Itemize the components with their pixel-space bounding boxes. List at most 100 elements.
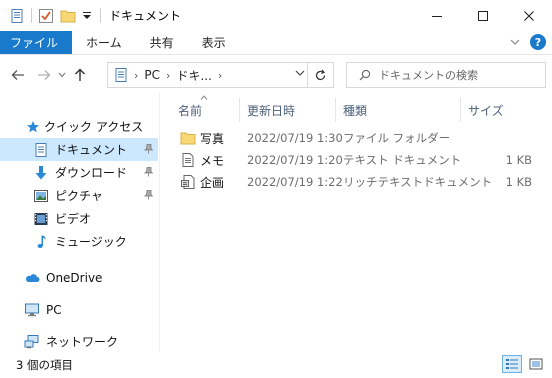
large-icons-view-button[interactable] (526, 355, 546, 373)
tab-share[interactable]: 共有 (136, 31, 188, 54)
text-file-icon (180, 152, 196, 168)
sidebar-item-label: ビデオ (55, 212, 92, 226)
sidebar-item-label: ミュージック (55, 235, 127, 249)
toolbar-separator (31, 8, 32, 23)
sidebar-item-downloads[interactable]: ダウンロード (0, 161, 158, 184)
view-toggle (502, 355, 546, 373)
file-modified: 2022/07/19 1:22 (247, 175, 343, 189)
breadcrumb-separator[interactable]: › (166, 69, 170, 82)
file-name-cell: メモ (180, 149, 224, 171)
rtf-file-icon (180, 174, 196, 190)
close-button[interactable] (506, 0, 552, 31)
ribbon-controls: ? (510, 34, 546, 50)
customize-dropdown-icon[interactable] (82, 8, 92, 24)
sidebar-item-onedrive[interactable]: OneDrive (0, 266, 158, 289)
checkmark-icon[interactable] (38, 8, 54, 24)
file-modified: 2022/07/19 1:30 (247, 131, 343, 145)
up-button[interactable] (70, 64, 90, 86)
sidebar-item-label: ピクチャ (55, 189, 103, 203)
maximize-button[interactable] (460, 0, 506, 31)
pin-icon[interactable] (143, 144, 154, 154)
cloud-icon (24, 270, 40, 286)
sidebar-item-pc[interactable]: PC (0, 298, 158, 321)
refresh-button[interactable] (307, 63, 333, 87)
breadcrumb-separator[interactable]: › (218, 69, 222, 82)
file-row[interactable]: メモ 2022/07/19 1:20 テキスト ドキュメント 1 KB (170, 149, 545, 171)
computer-icon (24, 302, 40, 318)
tab-home[interactable]: ホーム (72, 31, 136, 54)
breadcrumb-documents[interactable]: ドキ... (176, 67, 211, 84)
address-history-icon[interactable] (295, 67, 305, 80)
network-icon (24, 334, 40, 350)
sidebar-item-documents[interactable]: ドキュメント (0, 138, 158, 161)
column-header-modified[interactable]: 更新日時 (240, 96, 336, 124)
sidebar-item-label: ダウンロード (55, 166, 128, 180)
pictures-icon (33, 188, 49, 204)
file-row[interactable]: 写真 2022/07/19 1:30 ファイル フォルダー (170, 127, 545, 149)
title-bar: ドキュメント (0, 0, 552, 31)
music-icon (33, 234, 49, 250)
recent-locations-button[interactable] (56, 64, 68, 86)
breadcrumb-separator[interactable]: › (134, 69, 138, 82)
column-header-size[interactable]: サイズ (461, 96, 541, 124)
sidebar-item-pictures[interactable]: ピクチャ (0, 184, 158, 207)
star-icon (26, 119, 40, 135)
file-name: 企画 (200, 175, 225, 190)
file-size (490, 127, 532, 149)
folder-icon (180, 130, 196, 146)
pin-icon[interactable] (143, 167, 154, 177)
toolbar-separator (100, 8, 101, 23)
column-header-label: 名前 (178, 103, 203, 118)
search-input[interactable] (379, 68, 529, 82)
file-name-cell: 企画 (180, 171, 224, 193)
tab-file[interactable]: ファイル (0, 31, 73, 54)
file-type: リッチテキストドキュメント (343, 175, 493, 189)
window-title: ドキュメント (109, 9, 182, 23)
sidebar-item-label: PC (46, 302, 62, 317)
expand-ribbon-icon[interactable] (510, 36, 520, 49)
ribbon-tabs: ファイル ホーム 共有 表示 ? (0, 31, 552, 55)
sidebar-item-label: クイック アクセス (44, 120, 144, 134)
file-type: テキスト ドキュメント (343, 153, 462, 167)
document-icon (33, 142, 49, 158)
status-bar: 3 個の項目 (0, 352, 552, 378)
address-bar[interactable]: › PC › ドキ... › (107, 62, 334, 88)
breadcrumb-pc[interactable]: PC (144, 68, 160, 82)
file-modified: 2022/07/19 1:20 (247, 153, 343, 167)
details-view-button[interactable] (502, 355, 522, 373)
sidebar-item-label: OneDrive (46, 270, 103, 285)
download-icon (33, 165, 49, 181)
column-header-label: サイズ (468, 103, 504, 118)
properties-icon[interactable] (9, 8, 25, 24)
forward-button[interactable] (34, 64, 54, 86)
quick-access-toolbar (0, 0, 105, 31)
pin-icon[interactable] (143, 190, 154, 200)
tab-view[interactable]: 表示 (188, 31, 240, 54)
file-name-cell: 写真 (180, 127, 224, 149)
column-header-label: 種類 (343, 103, 368, 118)
navigation-bar: › PC › ドキ... › (0, 58, 552, 92)
sort-ascending-icon (200, 93, 208, 103)
column-header-name[interactable]: 名前 (170, 93, 240, 124)
sidebar-item-videos[interactable]: ビデオ (0, 207, 158, 230)
file-name: メモ (200, 153, 225, 168)
window-controls (414, 0, 552, 31)
sidebar-item-label: ネットワーク (46, 335, 119, 349)
back-button[interactable] (8, 64, 28, 86)
sidebar-item-network[interactable]: ネットワーク (0, 330, 158, 353)
search-box[interactable] (346, 62, 546, 88)
help-icon[interactable]: ? (530, 34, 546, 50)
column-headers: 名前 更新日時 種類 サイズ (170, 93, 550, 124)
column-header-type[interactable]: 種類 (336, 96, 461, 124)
sidebar-item-music[interactable]: ミュージック (0, 230, 158, 253)
new-folder-icon[interactable] (60, 8, 76, 24)
file-row[interactable]: 企画 2022/07/19 1:22 リッチテキストドキュメント 1 KB (170, 171, 545, 193)
video-icon (33, 211, 49, 227)
file-size: 1 KB (505, 153, 532, 167)
file-name: 写真 (200, 131, 225, 146)
column-header-label: 更新日時 (247, 103, 296, 118)
navigation-pane: クイック アクセス ドキュメント ダウンロード ピクチャ ビデオ ミュージック … (0, 110, 160, 350)
minimize-button[interactable] (414, 0, 460, 31)
file-type: ファイル フォルダー (343, 131, 451, 145)
sidebar-item-quick-access[interactable]: クイック アクセス (0, 115, 158, 138)
